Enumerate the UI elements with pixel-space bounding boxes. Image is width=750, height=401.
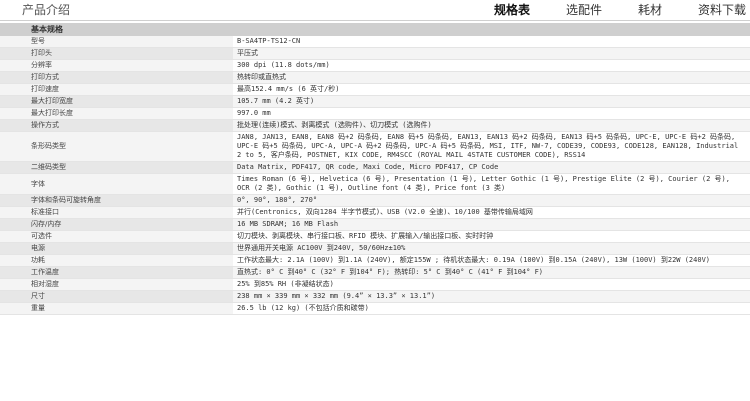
spec-value: 平压式 [233,47,750,60]
spec-label: 标准接口 [0,206,233,219]
spec-value: Times Roman (6 号), Helvetica (6 号), Pres… [233,173,750,195]
spec-label: 功耗 [0,254,233,267]
spec-label: 尺寸 [0,290,233,303]
tab-bar: 规格表 选配件 耗材 资料下载 [494,1,746,18]
spec-row: 操作方式 批处理(连续)模式、剥离模式 (选购件)、切刀模式 (选购件) [0,119,750,132]
section-header: 基本规格 [0,23,750,36]
tab-accessories[interactable]: 选配件 [566,1,602,18]
spec-label: 打印方式 [0,71,233,84]
spec-label: 重量 [0,302,233,315]
spec-row: 功耗 工作状态最大: 2.1A (100V) 到1.1A (240V), 额定15… [0,254,750,267]
spec-label: 操作方式 [0,119,233,132]
spec-row: 可选件 切刀模块、剥离模块、串行接口板、RFID 模块、扩展输入/输出接口板、实时… [0,230,750,243]
spec-value: 切刀模块、剥离模块、串行接口板、RFID 模块、扩展输入/输出接口板、实时时钟 [233,230,750,243]
spec-value: Data Matrix, PDF417, QR code, Maxi Code,… [233,161,750,174]
spec-row: 标准接口 并行(Centronics, 双向1284 半字节模式)、USB (V2… [0,206,750,219]
spec-value: 世界通用开关电源 AC100V 到240V, 50/60Hz±10% [233,242,750,255]
spec-row: 条形码类型 JAN8, JAN13, EAN8, EAN8 码+2 码条码, EA… [0,131,750,162]
spec-value: 热转印或直热式 [233,71,750,84]
spec-label: 分辨率 [0,59,233,72]
spec-row: 工作温度 直热式: 0° C 到40° C (32° F 到104° F); 热转… [0,266,750,279]
spec-value: 0°, 90°, 180°, 270° [233,194,750,207]
spec-label: 相对湿度 [0,278,233,291]
spec-row: 相对湿度 25% 到85% RH (非凝结状态) [0,278,750,291]
spec-row: 最大打印宽度 105.7 mm (4.2 英寸) [0,95,750,108]
spec-row: 闪存/内存 16 MB SDRAM; 16 MB Flash [0,218,750,231]
spec-label: 打印头 [0,47,233,60]
spec-label: 最大打印宽度 [0,95,233,108]
spec-value: 26.5 lb (12 kg) (不包括介质和碳带) [233,302,750,315]
spec-label: 打印速度 [0,83,233,96]
spec-value: JAN8, JAN13, EAN8, EAN8 码+2 码条码, EAN8 码+… [233,131,750,162]
spec-row: 尺寸 238 mm × 339 mm × 332 mm (9.4” × 13.3”… [0,290,750,303]
spec-label: 条形码类型 [0,131,233,162]
top-bar: 产品介绍 规格表 选配件 耗材 资料下载 [0,0,750,21]
spec-row: 打印速度 最高152.4 mm/s (6 英寸/秒) [0,83,750,96]
page-title: 产品介绍 [22,3,71,17]
spec-label: 字体 [0,173,233,195]
spec-row: 字体 Times Roman (6 号), Helvetica (6 号), Pr… [0,173,750,195]
spec-label: 型号 [0,36,233,48]
spec-value: 最高152.4 mm/s (6 英寸/秒) [233,83,750,96]
spec-row: 打印方式 热转印或直热式 [0,71,750,84]
spec-value: 238 mm × 339 mm × 332 mm (9.4” × 13.3” ×… [233,290,750,303]
spec-label: 二维码类型 [0,161,233,174]
spec-value: 16 MB SDRAM; 16 MB Flash [233,218,750,231]
spec-value: 并行(Centronics, 双向1284 半字节模式)、USB (V2.0 全… [233,206,750,219]
spec-row: 分辨率 300 dpi (11.8 dots/mm) [0,59,750,72]
spec-label: 工作温度 [0,266,233,279]
spec-label: 最大打印长度 [0,107,233,120]
spec-label: 字体和条码可旋转角度 [0,194,233,207]
spec-value: 批处理(连续)模式、剥离模式 (选购件)、切刀模式 (选购件) [233,119,750,132]
spec-row: 型号 B-SA4TP-TS12-CN [0,36,750,48]
spec-value: 25% 到85% RH (非凝结状态) [233,278,750,291]
spec-row: 电源 世界通用开关电源 AC100V 到240V, 50/60Hz±10% [0,242,750,255]
spec-value: 300 dpi (11.8 dots/mm) [233,59,750,72]
spec-row: 最大打印长度 997.0 mm [0,107,750,120]
spec-value: 工作状态最大: 2.1A (100V) 到1.1A (240V), 额定155W… [233,254,750,267]
spec-row: 字体和条码可旋转角度 0°, 90°, 180°, 270° [0,194,750,207]
spec-row: 二维码类型 Data Matrix, PDF417, QR code, Maxi … [0,161,750,174]
spec-row: 打印头 平压式 [0,47,750,60]
spec-value: 直热式: 0° C 到40° C (32° F 到104° F); 热转印: 5… [233,266,750,279]
spec-label: 电源 [0,242,233,255]
tab-specs[interactable]: 规格表 [494,1,530,18]
tab-consumables[interactable]: 耗材 [638,1,662,18]
spec-value: 105.7 mm (4.2 英寸) [233,95,750,108]
spec-label: 闪存/内存 [0,218,233,231]
spec-table: 型号 B-SA4TP-TS12-CN 打印头 平压式 分辨率 300 dpi (11.8 … [0,36,750,315]
spec-label: 可选件 [0,230,233,243]
spec-value: B-SA4TP-TS12-CN [233,36,750,48]
spec-value: 997.0 mm [233,107,750,120]
tab-downloads[interactable]: 资料下载 [698,1,746,18]
spec-row: 重量 26.5 lb (12 kg) (不包括介质和碳带) [0,302,750,315]
